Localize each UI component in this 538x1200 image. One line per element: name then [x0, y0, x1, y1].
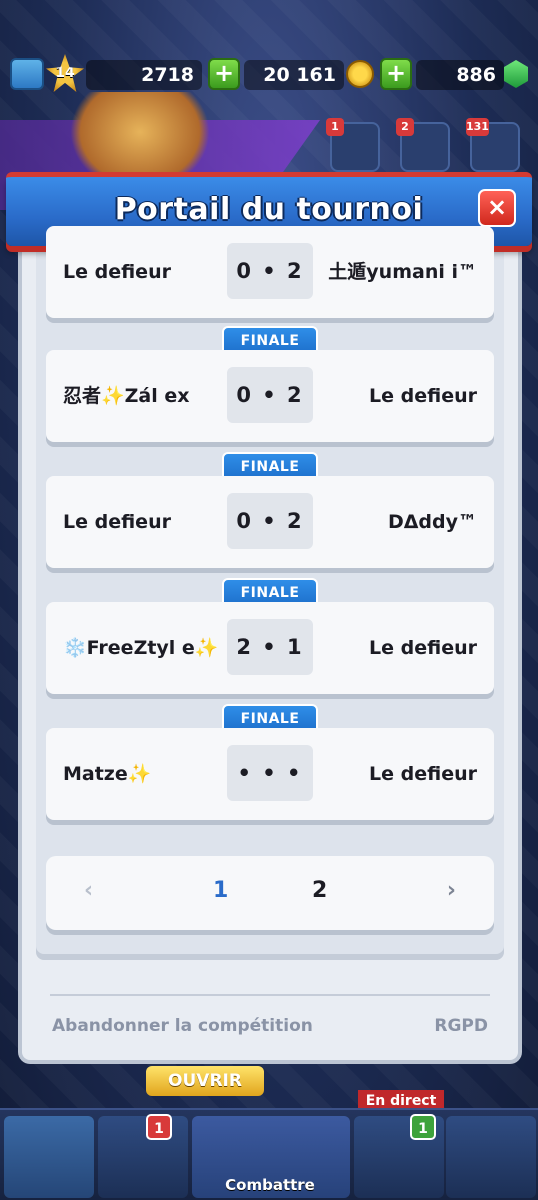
social-badge: 1	[326, 118, 344, 136]
resource-bar: 14 2718 + 20 161 + 886	[0, 52, 538, 96]
match-score: 0 • 2	[227, 243, 313, 299]
match-card[interactable]: ❄️FreeZtyl e✨ 2 • 1 Le defieur	[46, 602, 494, 694]
menu-badge: 131	[466, 118, 489, 136]
gem-value: 886	[456, 64, 496, 86]
xp-icon[interactable]	[10, 58, 44, 90]
player-left: 忍者✨Zál ex	[63, 385, 190, 407]
match-card[interactable]: Matze✨ • • • Le defieur	[46, 728, 494, 820]
next-page-button[interactable]: ›	[447, 878, 456, 903]
page-1-button[interactable]: 1	[213, 878, 228, 903]
match-score: 0 • 2	[227, 367, 313, 423]
social-button[interactable]: 1	[326, 118, 380, 172]
live-tab[interactable]: 1	[354, 1114, 444, 1198]
match-score: • • •	[227, 745, 313, 801]
gem-counter[interactable]: 886	[416, 60, 504, 90]
modal-title: Portail du tournoi	[114, 192, 424, 227]
abandon-competition-link[interactable]: Abandonner la compétition	[52, 1016, 313, 1036]
match-score: 0 • 2	[227, 493, 313, 549]
player-right: Le defieur	[369, 385, 477, 407]
clan-tab[interactable]	[446, 1116, 536, 1198]
add-gold-button[interactable]: +	[208, 58, 240, 90]
player-right: Le defieur	[369, 763, 477, 785]
cards-tab[interactable]: 1	[98, 1114, 188, 1198]
prev-page-button[interactable]: ‹	[84, 878, 93, 903]
open-chest-button[interactable]: OUVRIR	[146, 1066, 264, 1096]
player-left: Matze✨	[63, 763, 152, 785]
gem-icon	[504, 60, 528, 88]
gold-counter[interactable]: 20 161	[244, 60, 344, 90]
live-badge: 1	[410, 1114, 436, 1140]
match-card[interactable]: Le defieur 0 • 2 DΔddy™	[46, 476, 494, 568]
player-right: DΔddy™	[387, 511, 477, 533]
player-left: ❄️FreeZtyl e✨	[63, 637, 219, 659]
player-right: Le defieur	[369, 637, 477, 659]
match-score: 2 • 1	[227, 619, 313, 675]
add-gems-button[interactable]: +	[380, 58, 412, 90]
rgpd-link[interactable]: RGPD	[434, 1016, 488, 1036]
trophy-value: 2718	[141, 64, 194, 86]
menu-button[interactable]: 131	[466, 118, 520, 172]
pagination: ‹ 1 2 ›	[46, 856, 494, 930]
match-card[interactable]: 忍者✨Zál ex 0 • 2 Le defieur	[46, 350, 494, 442]
divider	[50, 994, 490, 996]
clan-button[interactable]: 2	[396, 118, 450, 172]
cards-badge: 1	[146, 1114, 172, 1140]
battle-label: Combattre	[225, 1176, 315, 1194]
level-star-icon: 14	[46, 54, 84, 92]
gold-value: 20 161	[263, 64, 336, 86]
close-button[interactable]: ×	[478, 189, 516, 227]
player-left: Le defieur	[63, 261, 171, 283]
shop-tab[interactable]	[4, 1116, 94, 1198]
trophy-counter[interactable]: 2718	[86, 60, 202, 90]
player-left: Le defieur	[63, 511, 171, 533]
gold-coin-icon	[346, 60, 374, 88]
level-value: 14	[55, 65, 75, 81]
close-icon: ×	[486, 193, 508, 221]
match-card[interactable]: Le defieur 0 • 2 土遁yumani i™	[46, 226, 494, 318]
page-2-button[interactable]: 2	[312, 878, 327, 903]
clan-badge: 2	[396, 118, 414, 136]
player-right: 土遁yumani i™	[328, 261, 477, 283]
